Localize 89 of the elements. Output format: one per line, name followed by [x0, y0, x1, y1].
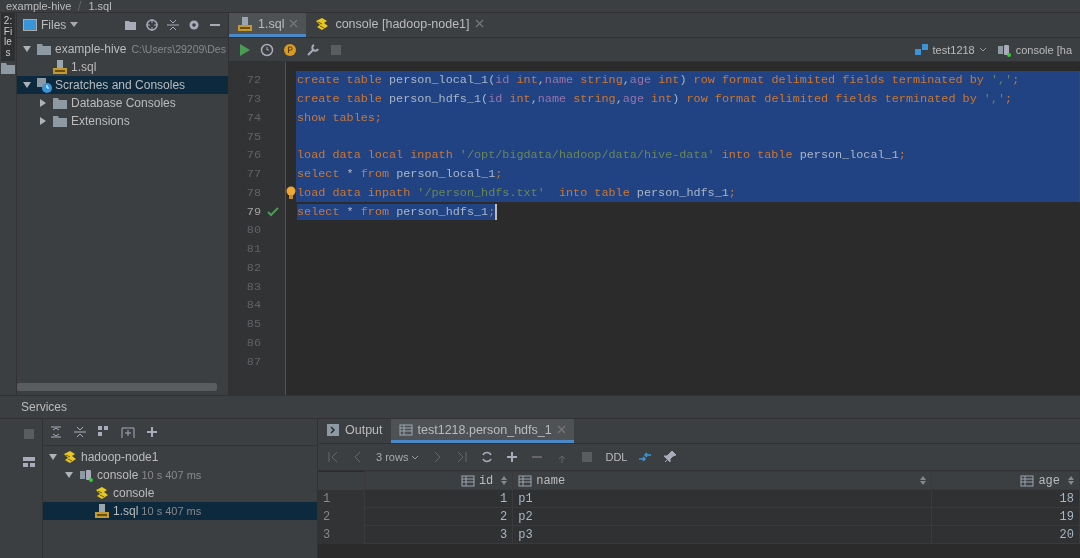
new-tab-icon[interactable] — [121, 425, 135, 439]
caret-icon[interactable] — [978, 46, 987, 53]
panel-title: Services — [21, 400, 67, 414]
sql-file-icon — [94, 503, 110, 519]
column-icon — [460, 473, 475, 488]
run-time: 10 s 407 ms — [141, 469, 202, 481]
bee-icon — [62, 449, 78, 465]
item-label: console — [97, 468, 139, 482]
window-icon — [23, 19, 37, 31]
p-badge-icon[interactable] — [283, 42, 297, 57]
caret-icon[interactable] — [411, 455, 420, 461]
output-icon — [326, 422, 340, 437]
ddl-button[interactable]: DDL — [605, 451, 628, 463]
pin-icon[interactable] — [663, 450, 678, 464]
sql-file-icon — [237, 15, 253, 32]
expand-all-icon[interactable] — [49, 425, 63, 439]
code-line: load data inpath '/person_hdfs.txt' into table person_hdfs_1; — [297, 184, 736, 201]
result-tab[interactable]: Output — [318, 419, 391, 443]
console-selector[interactable]: console [ha — [995, 41, 1072, 58]
column-header[interactable]: age — [931, 471, 1080, 490]
refresh-icon[interactable] — [480, 450, 495, 464]
tree-item[interactable]: console 10 s 407 ms — [43, 466, 317, 484]
item-label: 1.sql — [113, 504, 139, 518]
column-header[interactable]: id — [364, 471, 513, 490]
editor-tab[interactable]: console [hadoop-node1] — [306, 13, 492, 37]
item-label: hadoop-node1 — [81, 450, 159, 464]
lightbulb-icon[interactable] — [286, 185, 296, 200]
collapse-all-icon[interactable] — [73, 425, 87, 439]
item-label: console — [113, 486, 155, 500]
sort-icon[interactable] — [1068, 476, 1074, 485]
settings-icon[interactable] — [187, 18, 201, 32]
history-clock-icon[interactable] — [260, 42, 274, 57]
open-folder-icon[interactable] — [124, 18, 138, 32]
result-tab[interactable]: test1218.person_hdfs_1 — [390, 419, 574, 443]
column-icon — [518, 473, 533, 488]
group-icon[interactable] — [97, 425, 111, 439]
code-line: show tables; — [297, 109, 382, 126]
line-number: 79 — [246, 204, 261, 219]
sort-icon[interactable] — [920, 476, 927, 485]
path-hint: C:\Users\29209\Des — [131, 43, 226, 55]
scrollbar[interactable] — [17, 383, 217, 391]
caret-icon — [70, 22, 79, 28]
bee-icon — [94, 485, 110, 501]
page-size-dropdown[interactable]: 3 rows — [376, 451, 420, 463]
tree-item[interactable]: hadoop-node1 — [43, 448, 317, 466]
path-separator-icon — [77, 1, 83, 11]
column-icon — [1020, 473, 1035, 488]
item-label: Scratches and Consoles — [55, 78, 186, 92]
table-icon — [398, 422, 413, 437]
breadcrumb-item[interactable]: 1.sql — [88, 0, 112, 12]
code-line: load data local inpath '/opt/bigdata/hadoop/data/hive-data' into table person_local_1; — [297, 147, 906, 164]
breadcrumb-item[interactable]: example-hive — [6, 0, 72, 12]
tree-item[interactable]: 1.sql — [17, 58, 228, 76]
add-icon[interactable] — [145, 425, 159, 439]
code-line: create table person_hdfs_1(id int,name string,age int) row format delimited fields terminated by ','; — [297, 91, 1013, 108]
item-label: example-hive — [55, 42, 127, 56]
item-label: Database Consoles — [71, 96, 176, 110]
code-line: select * from person_local_1; — [297, 166, 503, 183]
collapse-all-icon[interactable] — [166, 18, 180, 32]
column-header[interactable]: name — [512, 471, 932, 490]
tree-item[interactable]: 1.sql 10 s 407 ms — [43, 502, 317, 520]
compare-arrows-icon[interactable] — [638, 450, 653, 464]
tree-item[interactable]: Database Consoles — [17, 94, 228, 112]
sql-file-icon — [52, 59, 68, 75]
editor-tab[interactable]: 1.sql — [229, 13, 307, 37]
run-icon[interactable] — [237, 42, 251, 57]
folder-icon — [36, 42, 52, 56]
folder-icon — [52, 114, 68, 128]
scratch-clock-icon — [36, 77, 52, 93]
files-tool-tab[interactable]: 2: Files — [1, 13, 15, 61]
tree-item[interactable]: Extensions — [17, 112, 228, 130]
close-icon[interactable] — [474, 19, 484, 28]
item-label: Extensions — [71, 114, 130, 128]
tree-item[interactable]: Scratches and Consoles — [17, 76, 228, 94]
schema-icon — [914, 43, 929, 56]
tree-item[interactable]: console — [43, 484, 317, 502]
wrench-icon[interactable] — [306, 42, 320, 57]
view-dropdown[interactable]: Files — [23, 18, 79, 32]
add-icon[interactable] — [505, 450, 520, 464]
folder-icon — [52, 96, 68, 110]
run-time: 10 s 407 ms — [141, 505, 202, 517]
locate-target-icon[interactable] — [145, 18, 159, 32]
schema-selector[interactable]: test1218 — [914, 43, 987, 56]
item-label: 1.sql — [71, 60, 97, 74]
tree-item[interactable]: example-hive C:\Users\29209\Des — [17, 40, 228, 58]
code-line: create table person_local_1(id int,name string,age int) row format delimited fields terminated by ','; — [297, 72, 1020, 89]
layout-icon[interactable] — [22, 455, 36, 469]
sort-icon[interactable] — [501, 476, 508, 485]
console-plug-icon — [78, 467, 94, 483]
